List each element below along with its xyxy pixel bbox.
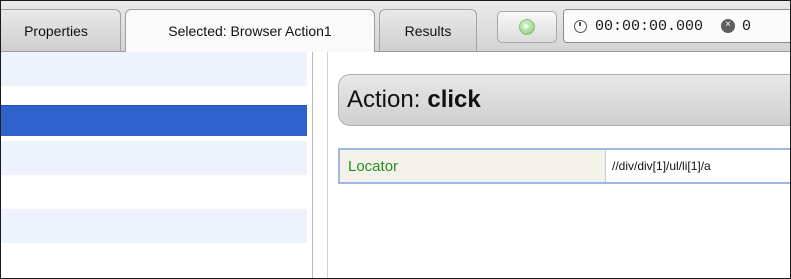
list-row[interactable] xyxy=(1,243,307,277)
property-row-locator[interactable]: Locator //div/div[1]/ul/li[1]/a xyxy=(338,148,790,184)
status-display: 00:00:00.000 × 0 xyxy=(563,9,790,43)
run-button[interactable]: ▸ xyxy=(497,11,557,43)
app-frame: Properties Selected: Browser Action1 Res… xyxy=(0,0,791,279)
error-icon: × xyxy=(721,19,736,33)
action-list-panel xyxy=(1,52,313,278)
play-circle-icon: ▸ xyxy=(519,19,535,35)
list-row[interactable] xyxy=(1,175,307,209)
tab-properties[interactable]: Properties xyxy=(1,9,121,51)
panel-splitter[interactable] xyxy=(313,52,328,278)
timer-value: 00:00:00.000 xyxy=(595,17,704,35)
list-row-selected[interactable] xyxy=(1,105,307,136)
property-value-field[interactable]: //div/div[1]/ul/li[1]/a xyxy=(606,150,790,182)
action-verb: click xyxy=(427,86,481,113)
tab-label: Results xyxy=(404,22,452,39)
clock-icon xyxy=(574,19,587,33)
action-prefix: Action: xyxy=(347,86,421,113)
tab-label: Selected: Browser Action1 xyxy=(168,23,332,39)
property-name: Locator xyxy=(340,150,606,182)
list-row[interactable] xyxy=(1,209,307,243)
tab-label: Properties xyxy=(24,22,88,39)
tab-bar: Properties Selected: Browser Action1 Res… xyxy=(1,1,790,52)
action-detail-panel: Action: click Locator //div/div[1]/ul/li… xyxy=(328,52,790,278)
list-row[interactable] xyxy=(1,52,307,86)
list-row[interactable] xyxy=(1,141,307,175)
error-count: 0 xyxy=(742,17,752,35)
action-header: Action: click xyxy=(338,74,790,126)
tab-selected-browser-action[interactable]: Selected: Browser Action1 xyxy=(125,9,375,52)
tab-results[interactable]: Results xyxy=(379,9,477,51)
